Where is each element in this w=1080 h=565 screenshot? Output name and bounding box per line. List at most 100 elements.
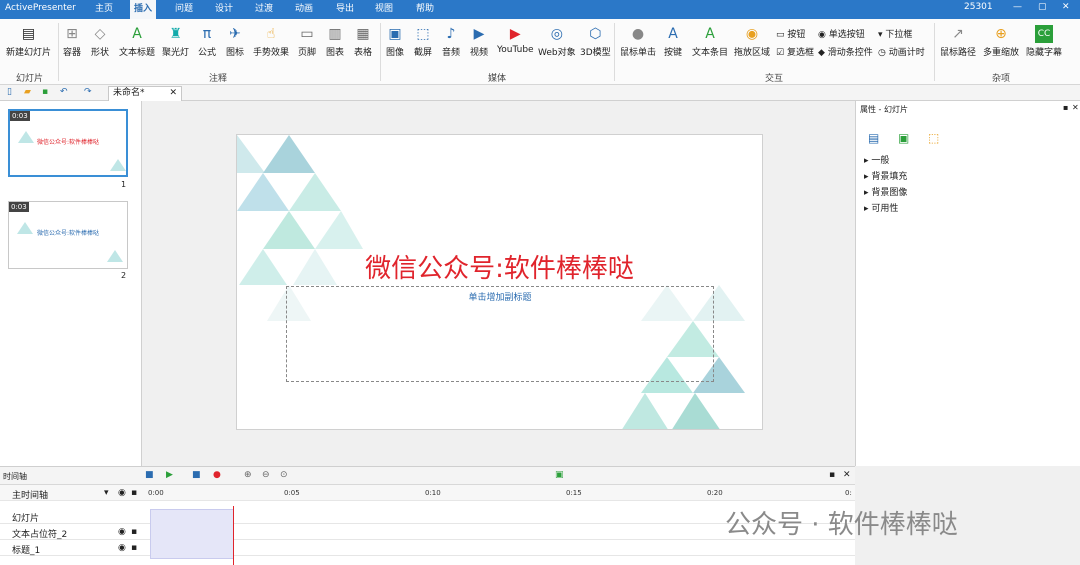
caption-icon[interactable]: ▣ — [555, 470, 564, 480]
tab-home[interactable]: 主页 — [91, 0, 117, 19]
tab-view[interactable]: 视图 — [371, 0, 397, 19]
dropdown-tool[interactable]: ▾ 下拉框 — [878, 27, 912, 40]
gesture-button[interactable]: ☝ 手势效果 — [253, 25, 289, 58]
zoom-out-icon[interactable]: ⊖ — [262, 470, 270, 480]
zoom-fit-icon[interactable]: ⊙ — [280, 470, 288, 480]
tab-export[interactable]: 导出 — [332, 0, 358, 19]
section-bg-image[interactable]: ▸ 背景图像 — [864, 185, 907, 198]
lock-icon[interactable]: ▪ — [131, 488, 137, 498]
formula-button[interactable]: π 公式 — [198, 25, 216, 58]
button-tool[interactable]: ▭ 按钮 — [776, 27, 805, 40]
text-caption-button[interactable]: A 文本标题 — [119, 25, 155, 58]
container-icon: ⊞ — [66, 26, 78, 42]
checkbox-tool[interactable]: ☑ 复选框 — [776, 45, 814, 58]
multi-zoom-button[interactable]: ⊕ 多重缩放 — [983, 25, 1019, 58]
video-button[interactable]: ▶ 视频 — [470, 25, 488, 58]
tab-design[interactable]: 设计 — [211, 0, 237, 19]
play-icon[interactable]: ▶ — [166, 470, 173, 480]
section-availability[interactable]: ▸ 可用性 — [864, 201, 898, 214]
interaction-props-icon[interactable]: ⬚ — [928, 131, 939, 145]
tab-help[interactable]: 帮助 — [412, 0, 438, 19]
closed-caption-button[interactable]: CC 隐藏字幕 — [1026, 25, 1062, 58]
record-icon[interactable]: ● — [213, 470, 221, 480]
speaker-icon: ♪ — [446, 26, 456, 42]
tab-question[interactable]: 问题 — [171, 0, 197, 19]
close-tab-icon[interactable]: ✕ — [169, 87, 177, 100]
pin-icon[interactable]: ▪ — [1063, 103, 1068, 112]
audio-button[interactable]: ♪ 音频 — [442, 25, 460, 58]
timeline-row[interactable]: 标题_1 ◉ ▪ — [0, 540, 855, 556]
subtitle-placeholder[interactable]: 单击增加副标题 — [286, 286, 714, 382]
text-entry-button[interactable]: A 文本条目 — [692, 25, 728, 58]
timeline-view-icon[interactable]: ■ — [145, 470, 154, 480]
zoom-icon: ⊕ — [995, 26, 1007, 42]
lock-icon[interactable]: ▪ — [131, 543, 137, 553]
stop-icon[interactable]: ■ — [192, 470, 201, 480]
radio-button-tool[interactable]: ◉ 单选按钮 — [818, 27, 865, 40]
web-object-button[interactable]: ◎ Web对象 — [538, 25, 576, 58]
drag-drop-icon: ◉ — [745, 26, 759, 42]
youtube-button[interactable]: ▶ YouTube — [497, 25, 534, 55]
separator — [934, 23, 935, 81]
redo-icon[interactable]: ↷ — [84, 87, 92, 97]
table-button[interactable]: ▦ 表格 — [354, 25, 372, 58]
shape-button[interactable]: ◇ 形状 — [91, 25, 109, 58]
slider-tool[interactable]: ◆ 滑动条控件 — [818, 45, 873, 58]
close-panel-icon[interactable]: ✕ — [1072, 103, 1079, 112]
3d-model-button[interactable]: ⬡ 3D模型 — [580, 25, 611, 58]
screenshot-button[interactable]: ⬚ 截屏 — [414, 25, 432, 58]
dropdown-icon[interactable]: ▾ — [104, 488, 109, 498]
save-icon[interactable]: ▪ — [42, 87, 48, 97]
lock-icon[interactable]: ▪ — [131, 527, 137, 537]
maximize-icon[interactable]: ▢ — [1038, 2, 1047, 12]
icon-button[interactable]: ✈ 图标 — [226, 25, 244, 58]
footer-button[interactable]: ▭ 页脚 — [298, 25, 316, 58]
open-folder-icon[interactable]: ▰ — [24, 87, 31, 97]
cube-icon: ⬡ — [589, 26, 602, 42]
slide-canvas[interactable]: 微信公众号:软件棒棒哒 单击增加副标题 — [236, 134, 763, 430]
spotlight-button[interactable]: ♜ 聚光灯 — [162, 25, 189, 58]
pi-icon: π — [202, 26, 212, 42]
playhead[interactable] — [233, 506, 234, 565]
close-icon[interactable]: ✕ — [1062, 2, 1070, 12]
time-tick: 0: — [845, 489, 852, 497]
ribbon: ▤ 新建幻灯片 幻灯片 ⊞ 容器 ◇ 形状 A 文本标题 ♜ 聚光灯 π 公式 ✈ 图标 ☝ 手… — [0, 19, 1080, 85]
document-tab[interactable]: 未命名* ✕ — [108, 86, 182, 101]
minimize-icon[interactable]: — — [1013, 2, 1022, 12]
tab-animation[interactable]: 动画 — [291, 0, 317, 19]
drag-drop-button[interactable]: ◉ 拖放区域 — [734, 25, 770, 58]
tab-transition[interactable]: 过渡 — [251, 0, 277, 19]
main-timeline-row[interactable]: 主时间轴 ▾ ◉ ▪ 0:00 0:05 0:10 0:15 0:20 0: — [0, 485, 855, 501]
mouse-click-button[interactable]: ● 鼠标单击 — [620, 25, 656, 58]
size-props-icon[interactable]: ▣ — [898, 131, 909, 145]
slide-thumbnail-2[interactable]: 0:03 微信公众号:软件棒棒哒 — [8, 201, 128, 269]
key-button[interactable]: A 按键 — [664, 25, 682, 58]
section-bg-fill[interactable]: ▸ 背景填充 — [864, 169, 907, 182]
chart-button[interactable]: ▥ 图表 — [326, 25, 344, 58]
tab-insert[interactable]: 插入 — [130, 0, 157, 19]
slide-duration: 0:03 — [9, 202, 29, 212]
eye-icon[interactable]: ◉ — [118, 543, 126, 553]
zoom-in-icon[interactable]: ⊕ — [244, 470, 252, 480]
slide-title[interactable]: 微信公众号:软件棒棒哒 — [237, 248, 762, 285]
new-slide-button[interactable]: ▤ 新建幻灯片 — [6, 25, 51, 58]
eye-icon[interactable]: ◉ — [118, 527, 126, 537]
slide-number: 2 — [121, 271, 127, 280]
pin-icon[interactable]: ▪ — [829, 470, 835, 480]
slide-thumbnail-1[interactable]: 0:03 微信公众号:软件棒棒哒 — [8, 109, 128, 177]
properties-panel: 属性 - 幻灯片 ▪ ✕ ▤ ▣ ⬚ ▸ 一般 ▸ 背景填充 ▸ 背景图像 ▸ … — [855, 101, 1080, 466]
time-tick: 0:05 — [284, 489, 300, 497]
new-file-icon[interactable]: ▯ — [7, 87, 12, 97]
cc-icon: CC — [1035, 25, 1053, 43]
general-props-icon[interactable]: ▤ — [868, 131, 879, 145]
watermark: 公众号 · 软件棒棒哒 — [725, 510, 958, 540]
mouse-path-button[interactable]: ↗ 鼠标路径 — [940, 25, 976, 58]
timeline-duration-block[interactable] — [150, 509, 234, 559]
eye-icon[interactable]: ◉ — [118, 488, 126, 498]
close-timeline-icon[interactable]: ✕ — [843, 470, 851, 480]
timer-tool[interactable]: ◷ 动画计时 — [878, 45, 925, 58]
container-button[interactable]: ⊞ 容器 — [63, 25, 81, 58]
undo-icon[interactable]: ↶ — [60, 87, 68, 97]
section-general[interactable]: ▸ 一般 — [864, 153, 889, 166]
image-button[interactable]: ▣ 图像 — [386, 25, 404, 58]
